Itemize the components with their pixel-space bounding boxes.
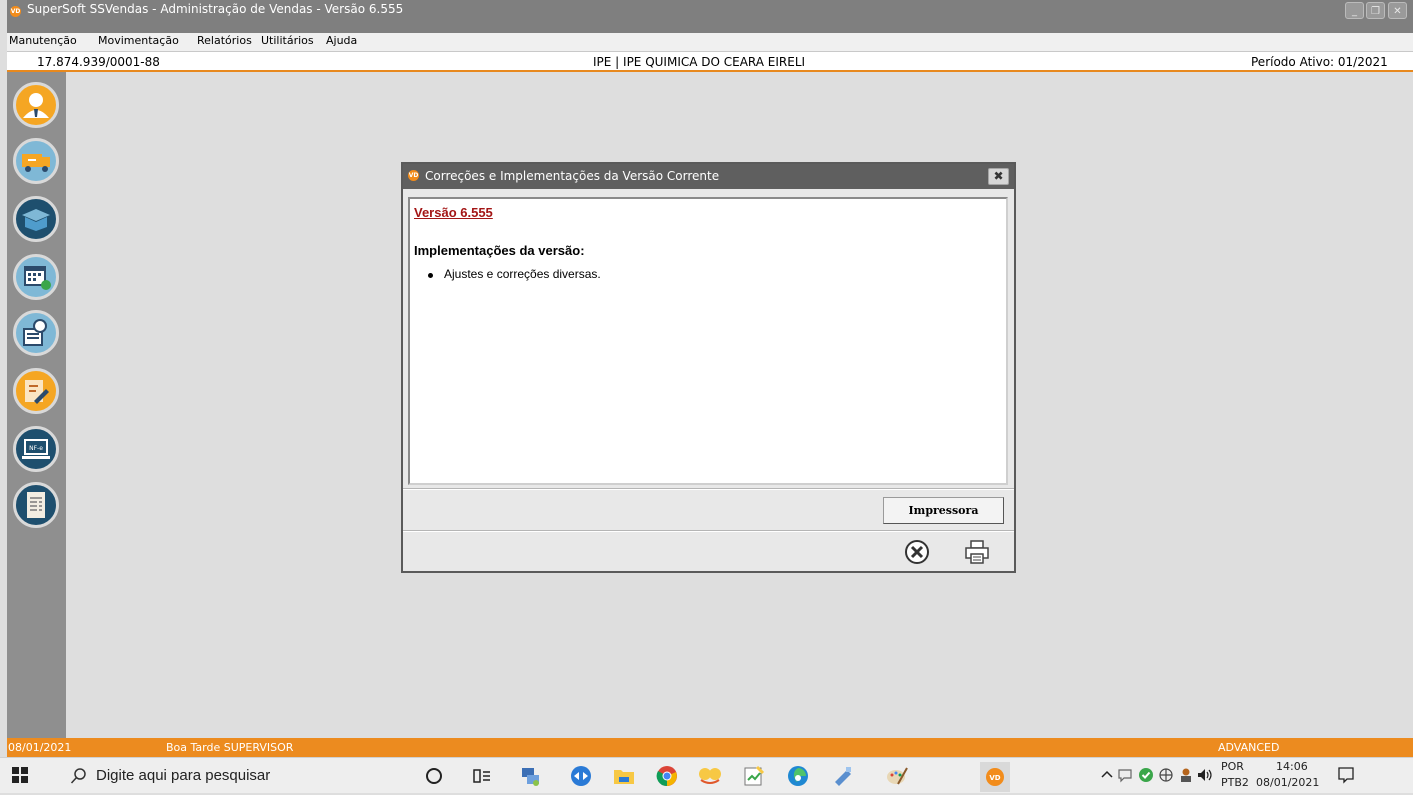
network-app-icon[interactable] (519, 764, 543, 791)
notepad-icon[interactable] (742, 764, 766, 791)
money-receipt-icon[interactable] (13, 310, 59, 356)
status-greeting: Boa Tarde SUPERVISOR (166, 741, 294, 754)
divider (403, 530, 1014, 532)
tray-clock-date[interactable]: 08/01/2021 (1256, 776, 1319, 789)
implementations-heading: Implementações da versão: (414, 243, 585, 258)
paint-icon[interactable] (885, 764, 909, 791)
task-view-icon[interactable] (473, 767, 491, 788)
search-icon (70, 767, 88, 788)
divider (403, 488, 1014, 490)
dialog-app-icon: VD (408, 170, 419, 181)
ssvendas-taskbar-icon[interactable]: VD (980, 762, 1010, 792)
menu-ajuda[interactable]: Ajuda (326, 34, 357, 47)
menu-relatorios[interactable]: Relatórios (197, 34, 252, 47)
printer-icon[interactable] (963, 538, 991, 566)
menu-manutencao[interactable]: Manutenção (9, 34, 77, 47)
svg-text:VD: VD (989, 774, 1000, 782)
chevron-up-icon[interactable] (1100, 767, 1114, 784)
document-icon[interactable] (13, 482, 59, 528)
status-edition: ADVANCED (1218, 741, 1280, 754)
notes-icon[interactable] (13, 368, 59, 414)
calendar-icon[interactable] (13, 254, 59, 300)
chat-icon[interactable] (1117, 767, 1133, 786)
security-check-icon[interactable] (1138, 767, 1154, 786)
user-tray-icon[interactable] (1178, 767, 1194, 786)
app-tool-icon[interactable] (831, 764, 855, 791)
edge-icon[interactable] (786, 764, 810, 791)
file-explorer-icon[interactable] (612, 764, 636, 791)
windows-taskbar: Digite aqui para pesquisar VD POR PTB2 1… (0, 757, 1413, 793)
close-icon[interactable]: ✕ (1388, 2, 1407, 19)
tray-clock-time[interactable]: 14:06 (1276, 760, 1308, 773)
status-bar: 08/01/2021 Boa Tarde SUPERVISOR ADVANCED (7, 738, 1413, 757)
status-date: 08/01/2021 (8, 741, 72, 754)
company-name: IPE | IPE QUIMICA DO CEARA EIRELI (593, 55, 806, 69)
cortana-icon[interactable] (425, 767, 443, 788)
user-icon[interactable] (13, 82, 59, 128)
tray-keyboard-layout[interactable]: PTB2 (1221, 776, 1249, 789)
implementation-item: Ajustes e correções diversas. (428, 267, 601, 281)
menu-movimentacao[interactable]: Movimentação (98, 34, 179, 47)
company-info-bar: 17.874.939/0001-88 IPE | IPE QUIMICA DO … (7, 51, 1413, 72)
tray-language[interactable]: POR (1221, 760, 1244, 773)
menu-utilitarios[interactable]: Utilitários (261, 34, 314, 47)
network-tray-icon[interactable] (1158, 767, 1174, 786)
left-sidebar: NF-e (7, 72, 66, 738)
emoji-app-icon[interactable] (697, 764, 723, 791)
dialog-titlebar: VD Correções e Implementações da Versão … (403, 164, 1014, 189)
active-period: Período Ativo: 01/2021 (1251, 55, 1388, 69)
restore-icon[interactable]: ❐ (1366, 2, 1385, 19)
dialog-title: Correções e Implementações da Versão Cor… (425, 169, 720, 183)
taskbar-search-input[interactable]: Digite aqui para pesquisar (96, 767, 270, 784)
notification-icon[interactable] (1337, 766, 1355, 787)
version-link[interactable]: Versão 6.555 (414, 205, 493, 220)
menu-bar: Manutenção Movimentação Relatórios Utili… (7, 33, 1413, 51)
teamviewer-icon[interactable] (569, 764, 593, 791)
nfe-icon[interactable]: NF-e (13, 426, 59, 472)
volume-icon[interactable] (1196, 767, 1214, 786)
window-titlebar: VD SuperSoft SSVendas - Administração de… (7, 0, 1413, 33)
cancel-icon[interactable] (903, 538, 931, 566)
app-logo-icon: VD (10, 6, 21, 17)
chrome-icon[interactable] (655, 764, 679, 791)
svg-text:NF-e: NF-e (29, 445, 43, 452)
company-cnpj: 17.874.939/0001-88 (37, 55, 160, 69)
truck-icon[interactable] (13, 138, 59, 184)
box-icon[interactable] (13, 196, 59, 242)
windows-start-icon[interactable] (12, 767, 28, 786)
print-button[interactable]: Impressora (883, 497, 1004, 524)
dialog-close-button[interactable]: ✖ (988, 168, 1009, 185)
minimize-icon[interactable]: _ (1345, 2, 1364, 19)
version-dialog: VD Correções e Implementações da Versão … (401, 162, 1016, 573)
release-notes-panel: Versão 6.555 Implementações da versão: A… (408, 197, 1008, 485)
window-title: SuperSoft SSVendas - Administração de Ve… (27, 2, 404, 16)
